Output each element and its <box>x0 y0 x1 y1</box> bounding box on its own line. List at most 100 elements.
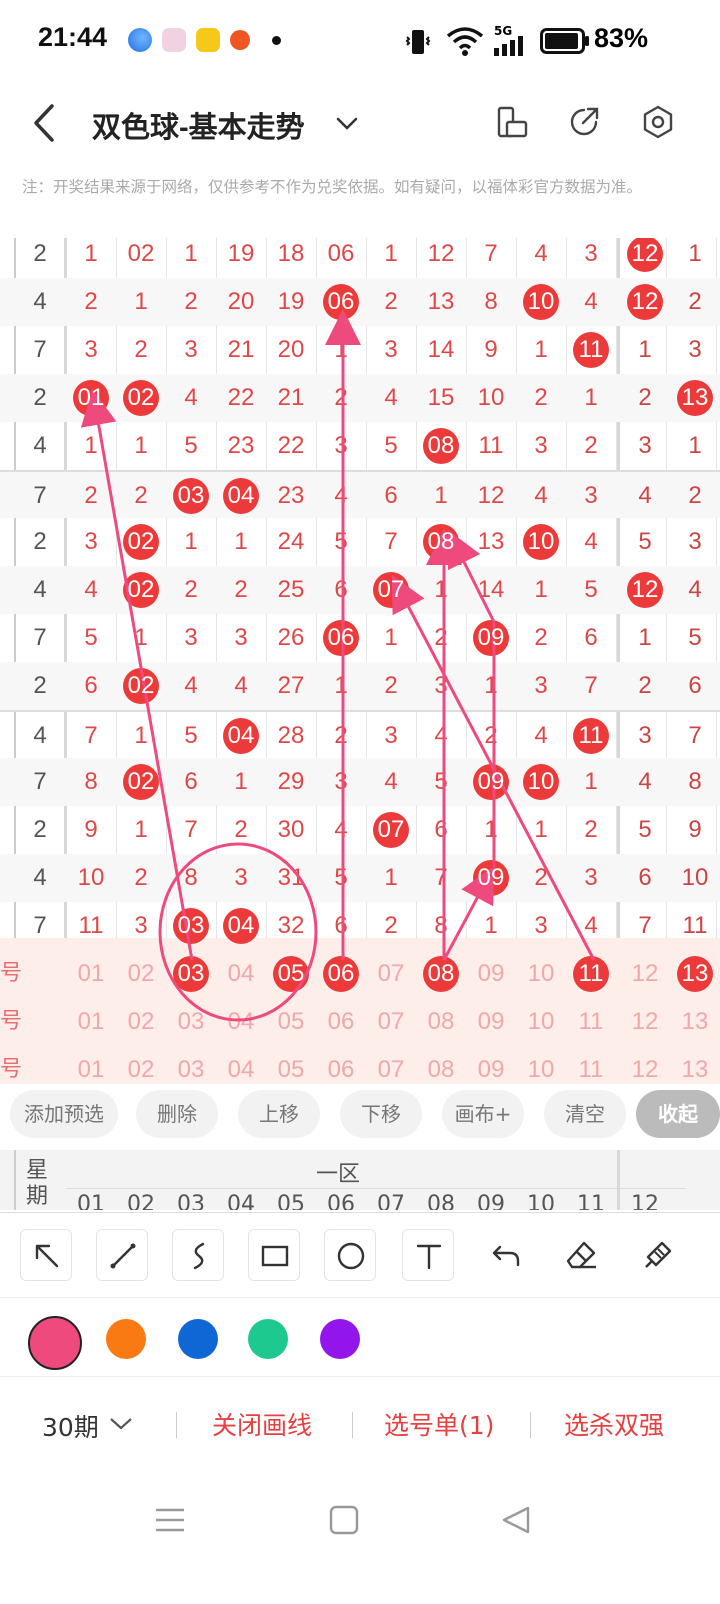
red-zone-cell[interactable]: 19 <box>216 238 266 278</box>
red-zone-cell[interactable]: 3 <box>516 902 566 950</box>
red-zone-cell[interactable]: 4 <box>66 566 116 614</box>
red-zone-cell[interactable]: 02 <box>116 758 166 806</box>
red-zone-cell[interactable]: 12 <box>416 238 466 278</box>
red-zone-cell[interactable]: 5 <box>566 566 616 614</box>
red-zone-cell[interactable]: 14 <box>466 566 516 614</box>
red-zone-cell[interactable]: 1 <box>216 758 266 806</box>
red-zone-cell[interactable]: 2 <box>166 278 216 326</box>
blue-zone-cell[interactable]: 5 <box>620 806 670 854</box>
red-zone-cell[interactable]: 3 <box>516 662 566 710</box>
red-zone-cell[interactable]: 4 <box>166 374 216 422</box>
red-zone-cell[interactable]: 5 <box>166 422 216 470</box>
pick-number-cell[interactable]: 05 <box>266 998 316 1046</box>
red-zone-cell[interactable]: 3 <box>516 422 566 470</box>
red-zone-cell[interactable]: 8 <box>166 854 216 902</box>
red-zone-cell[interactable]: 2 <box>116 472 166 520</box>
red-zone-cell[interactable]: 1 <box>66 422 116 470</box>
red-zone-cell[interactable]: 29 <box>266 758 316 806</box>
red-zone-cell[interactable]: 4 <box>316 472 366 520</box>
red-zone-cell[interactable]: 1 <box>366 238 416 278</box>
color-orange[interactable] <box>106 1319 146 1359</box>
red-zone-cell[interactable]: 1 <box>566 374 616 422</box>
pick-number-cell[interactable]: 08 <box>416 998 466 1046</box>
red-zone-cell[interactable]: 30 <box>266 806 316 854</box>
red-zone-cell[interactable]: 1 <box>416 472 466 520</box>
red-zone-cell[interactable]: 1 <box>416 566 466 614</box>
red-zone-cell[interactable]: 4 <box>416 712 466 760</box>
share-icon[interactable] <box>566 104 602 140</box>
red-zone-cell[interactable]: 3 <box>316 422 366 470</box>
red-zone-cell[interactable]: 09 <box>466 854 516 902</box>
red-zone-cell[interactable]: 11 <box>566 326 616 374</box>
red-zone-cell[interactable]: 10 <box>66 854 116 902</box>
red-zone-cell[interactable]: 8 <box>466 278 516 326</box>
red-zone-cell[interactable]: 1 <box>116 278 166 326</box>
red-zone-cell[interactable]: 01 <box>66 374 116 422</box>
collapse-button[interactable]: 收起 <box>636 1090 720 1138</box>
pick-number-cell[interactable]: 10 <box>516 950 566 998</box>
pick-number-cell[interactable]: 04 <box>216 950 266 998</box>
red-zone-cell[interactable]: 2 <box>366 662 416 710</box>
clear-brush-icon[interactable] <box>632 1229 684 1281</box>
red-zone-cell[interactable]: 6 <box>366 472 416 520</box>
color-pink[interactable] <box>28 1316 82 1370</box>
blue-zone-cell[interactable]: 2 <box>620 662 670 710</box>
pick-number-cell[interactable]: 06 <box>316 950 366 998</box>
pick-number-cell[interactable]: 01 <box>66 1046 116 1084</box>
pick-number-cell[interactable]: 03 <box>166 1046 216 1084</box>
red-zone-cell[interactable]: 21 <box>266 374 316 422</box>
pick-number-cell[interactable]: 07 <box>366 950 416 998</box>
red-zone-cell[interactable]: 3 <box>116 902 166 950</box>
pick-number-cell[interactable]: 13 <box>670 1046 720 1084</box>
blue-zone-cell[interactable]: 12 <box>620 566 670 614</box>
red-zone-cell[interactable]: 09 <box>466 758 516 806</box>
pick-number-cell[interactable]: 09 <box>466 1046 516 1084</box>
pick-number-cell[interactable]: 10 <box>516 1046 566 1084</box>
red-zone-cell[interactable]: 28 <box>266 712 316 760</box>
pick-number-cell[interactable]: 13 <box>670 950 720 998</box>
red-zone-cell[interactable]: 5 <box>316 518 366 566</box>
red-zone-cell[interactable]: 2 <box>566 422 616 470</box>
red-zone-cell[interactable]: 4 <box>316 806 366 854</box>
pick-number-cell[interactable]: 04 <box>216 1046 266 1084</box>
color-green[interactable] <box>248 1319 288 1359</box>
red-zone-cell[interactable]: 1 <box>166 238 216 278</box>
pick-number-cell[interactable]: 05 <box>266 1046 316 1084</box>
blue-zone-cell[interactable]: 7 <box>670 712 720 760</box>
red-zone-cell[interactable]: 10 <box>516 518 566 566</box>
red-zone-cell[interactable]: 1 <box>116 422 166 470</box>
circle-tool[interactable] <box>324 1229 376 1281</box>
red-zone-cell[interactable]: 4 <box>566 518 616 566</box>
red-zone-cell[interactable]: 3 <box>66 518 116 566</box>
canvas-plus-button[interactable]: 画布+ <box>442 1090 524 1138</box>
red-zone-cell[interactable]: 4 <box>366 374 416 422</box>
blue-zone-cell[interactable]: 2 <box>620 374 670 422</box>
red-zone-cell[interactable]: 04 <box>216 902 266 950</box>
pick-number-cell[interactable]: 06 <box>316 998 366 1046</box>
red-zone-cell[interactable]: 1 <box>116 712 166 760</box>
red-zone-cell[interactable]: 23 <box>266 472 316 520</box>
red-zone-cell[interactable]: 04 <box>216 472 266 520</box>
red-zone-cell[interactable]: 1 <box>116 614 166 662</box>
blue-zone-cell[interactable]: 8 <box>670 758 720 806</box>
red-zone-cell[interactable]: 13 <box>466 518 516 566</box>
red-zone-cell[interactable]: 1 <box>566 758 616 806</box>
pick-number-cell[interactable]: 02 <box>116 1046 166 1084</box>
red-zone-cell[interactable]: 23 <box>216 422 266 470</box>
red-zone-cell[interactable]: 8 <box>416 902 466 950</box>
red-zone-cell[interactable]: 3 <box>416 662 466 710</box>
red-zone-cell[interactable]: 2 <box>516 614 566 662</box>
line-tool[interactable] <box>96 1229 148 1281</box>
pick-number-cell[interactable]: 11 <box>566 1046 616 1084</box>
blue-zone-cell[interactable]: 2 <box>670 472 720 520</box>
blue-zone-cell[interactable]: 4 <box>620 758 670 806</box>
red-zone-cell[interactable]: 6 <box>316 566 366 614</box>
red-zone-cell[interactable]: 2 <box>216 806 266 854</box>
red-zone-cell[interactable]: 22 <box>216 374 266 422</box>
red-zone-cell[interactable]: 3 <box>216 854 266 902</box>
red-zone-cell[interactable]: 1 <box>466 902 516 950</box>
red-zone-cell[interactable]: 5 <box>416 758 466 806</box>
red-zone-cell[interactable]: 22 <box>266 422 316 470</box>
red-zone-cell[interactable]: 20 <box>216 278 266 326</box>
move-down-button[interactable]: 下移 <box>340 1090 422 1138</box>
